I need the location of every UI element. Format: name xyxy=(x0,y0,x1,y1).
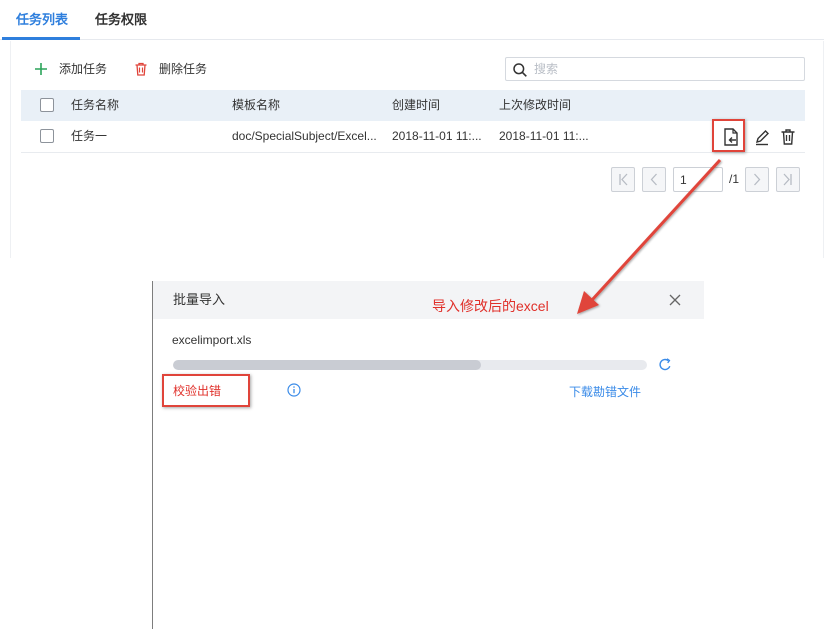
annotation-callout: 导入修改后的excel xyxy=(432,298,549,314)
total-pages: /1 xyxy=(729,172,740,186)
page-number-input[interactable] xyxy=(673,167,723,192)
dialog-title: 批量导入 xyxy=(173,292,226,307)
import-highlight-box xyxy=(712,119,745,152)
delete-task-label: 删除任务 xyxy=(159,62,208,76)
add-task-button[interactable]: 添加任务 xyxy=(33,58,107,80)
tab-task-permission[interactable]: 任务权限 xyxy=(95,0,147,40)
first-page-icon xyxy=(619,173,628,186)
dialog-header: 批量导入 xyxy=(153,281,704,319)
table-header: 任务名称 模板名称 创建时间 上次修改时间 xyxy=(21,90,805,121)
import-progress-bar xyxy=(173,360,647,370)
import-file-name: excelimport.xls xyxy=(172,333,252,347)
modified-time-cell: 2018-11-01 11:... xyxy=(499,129,589,143)
column-header-task-name[interactable]: 任务名称 xyxy=(71,90,119,121)
prev-page-button[interactable] xyxy=(642,167,666,192)
chevron-left-icon xyxy=(650,173,657,186)
validation-error-status: 校验出错 xyxy=(173,384,222,398)
tab-bar: 任务列表 任务权限 xyxy=(0,0,824,40)
search-input[interactable] xyxy=(534,60,794,78)
last-page-icon xyxy=(783,173,792,186)
trash-icon[interactable] xyxy=(777,126,799,148)
delete-task-button[interactable]: 删除任务 xyxy=(133,58,207,80)
info-icon[interactable] xyxy=(287,383,301,397)
row-checkbox[interactable] xyxy=(40,129,54,143)
first-page-button[interactable] xyxy=(611,167,635,192)
task-name-cell: 任务一 xyxy=(71,129,108,143)
active-tab-indicator xyxy=(2,37,80,40)
column-header-template-name[interactable]: 模板名称 xyxy=(232,90,280,121)
search-box xyxy=(505,57,805,81)
add-task-label: 添加任务 xyxy=(59,62,108,76)
chevron-right-icon xyxy=(754,173,761,186)
trash-icon xyxy=(133,61,149,77)
select-all-checkbox[interactable] xyxy=(40,98,54,112)
close-icon[interactable] xyxy=(667,292,683,308)
next-page-button[interactable] xyxy=(745,167,769,192)
import-progress-fill xyxy=(173,360,482,370)
search-icon xyxy=(513,63,527,77)
column-header-created-time[interactable]: 创建时间 xyxy=(392,90,440,121)
plus-icon xyxy=(33,61,49,77)
template-name-cell: doc/SpecialSubject/Excel... xyxy=(232,129,377,143)
column-header-modified-time[interactable]: 上次修改时间 xyxy=(499,90,571,121)
created-time-cell: 2018-11-01 11:... xyxy=(392,129,482,143)
refresh-icon[interactable] xyxy=(657,357,673,373)
table-row[interactable]: 任务一 doc/SpecialSubject/Excel... 2018-11-… xyxy=(21,121,805,153)
edit-icon[interactable] xyxy=(751,126,773,148)
tab-task-list[interactable]: 任务列表 xyxy=(16,0,68,40)
download-error-file-link[interactable]: 下载勘错文件 xyxy=(569,383,641,400)
last-page-button[interactable] xyxy=(776,167,800,192)
